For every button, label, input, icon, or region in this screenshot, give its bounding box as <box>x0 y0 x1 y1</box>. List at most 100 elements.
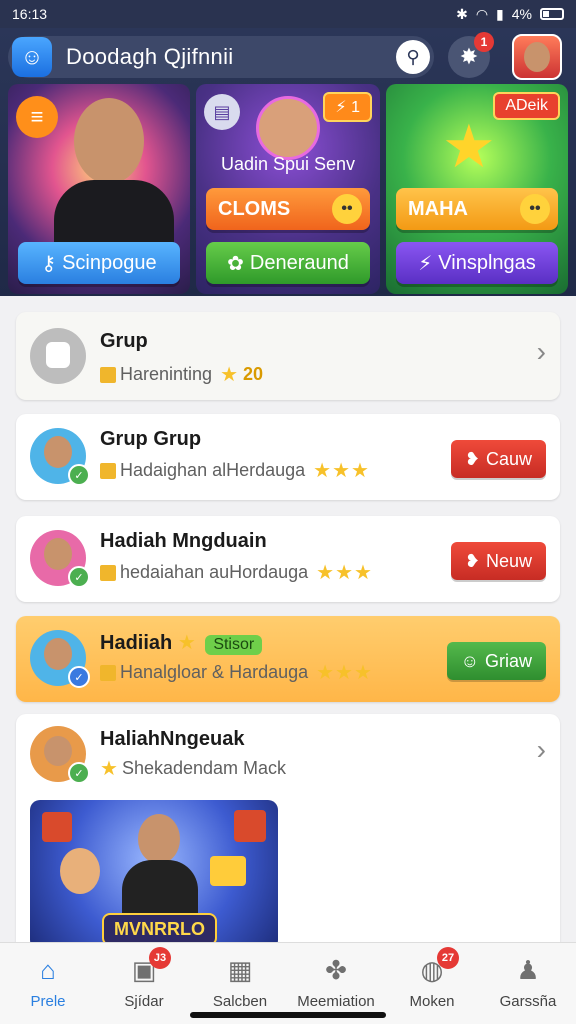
character-portrait <box>60 848 100 894</box>
item-sub-text: Hadaighan alHerdauga <box>120 460 306 480</box>
card-1-button-label: Scinpogue <box>62 251 157 274</box>
card-2-button-label: Deneraund <box>249 251 349 274</box>
avatar-face <box>44 736 72 766</box>
chevron-right-icon[interactable]: › <box>537 734 546 766</box>
featured-card-1[interactable]: ≡ ⚷ Scinpogue <box>8 84 190 294</box>
battery-percent: 4% <box>511 6 532 22</box>
nav-label: Salcben <box>212 993 268 1010</box>
gift-icon <box>234 810 266 842</box>
gift-icon <box>210 856 246 886</box>
menu-icon[interactable]: ≡ <box>16 96 58 138</box>
smiley-icon: •• <box>332 194 362 224</box>
nav-badge: J3 <box>149 947 171 969</box>
nav-label: Moken <box>409 993 455 1010</box>
card-2-name: Uadin Spui Senv <box>220 154 356 174</box>
key-icon: ⚷ <box>41 252 57 275</box>
grid-icon: ▦ <box>227 955 253 985</box>
list-item[interactable]: ✓ Grup Grup Hadaighan alHerdauga ★★★ ❥ C… <box>16 414 560 500</box>
item-subtitle: hedaiahan auHordauga ★★★ <box>100 560 373 585</box>
calendar-icon: ▣ J3 <box>127 947 171 987</box>
star-icon: ★ <box>220 364 239 386</box>
item-title: Grup <box>100 330 148 352</box>
status-time: 16:13 <box>12 6 48 22</box>
status-bar: 16:13 ✱ ◠ ▮ 4% <box>0 0 576 28</box>
nav-item-calendar[interactable]: ▣ J3 Sjídar <box>96 947 192 1010</box>
nav-item-globe[interactable]: ◍ 27 Moken <box>384 947 480 1010</box>
home-icon: ⌂ <box>40 955 56 985</box>
list-item-highlighted[interactable]: ✓ Hadiiah ★ Stisor Hanalgloar & Hardauga… <box>16 616 560 702</box>
griaw-button[interactable]: ☺ Griaw <box>446 642 546 680</box>
avatar <box>30 328 86 384</box>
item-title: Grup Grup <box>100 428 202 450</box>
list-item-with-promo[interactable]: ✓ HaliahNngeuak ★ Shekadendam Mack › MVN… <box>16 714 560 954</box>
avatar-face <box>44 436 72 468</box>
lock-icon <box>100 564 116 581</box>
featured-card-3[interactable]: ADeik ★ MAHA •• ⚡ Vinsplngas <box>386 84 568 294</box>
id-card-icon[interactable]: ▤ <box>204 94 240 130</box>
avatar: ✓ <box>30 630 90 688</box>
settings-button[interactable]: ✸ 1 <box>448 32 494 78</box>
verified-badge-icon: ✓ <box>68 566 90 588</box>
app-logo-icon[interactable]: ☺ <box>12 37 52 77</box>
promo-banner[interactable]: MVNRRLO <box>30 800 278 950</box>
avatar-face <box>44 538 72 570</box>
lock-icon <box>100 664 116 681</box>
item-title: HaliahNngeuak <box>100 728 245 750</box>
card-3-action[interactable]: MAHA •• <box>396 188 558 230</box>
gift-icon <box>42 812 72 842</box>
profile-avatar[interactable] <box>512 34 562 80</box>
nav-item-puzzle[interactable]: ✤ Meemiation <box>288 949 384 1010</box>
search-action-button[interactable]: ⚲ <box>396 40 430 74</box>
notification-badge: 1 <box>474 32 494 52</box>
nav-badge: 27 <box>437 947 459 969</box>
card-2-tag-label: 1 <box>351 99 360 116</box>
nav-item-home[interactable]: ⌂ Prele <box>0 949 96 1010</box>
star-icon: ★ <box>177 632 196 654</box>
item-sub-text: Shekadendam Mack <box>121 758 287 778</box>
card-3-button[interactable]: ⚡ Vinsplngas <box>396 242 558 284</box>
header: ☺ Doodagh Qjifnnii ⚲ ✸ 1 ≡ ⚷ Scinpogue ▤… <box>0 28 576 296</box>
avatar: ✓ <box>30 726 90 784</box>
star-icon: ★ <box>442 113 496 180</box>
cauw-button[interactable]: ❥ Cauw <box>450 440 546 478</box>
item-score: 20 <box>243 364 264 384</box>
lock-icon <box>100 366 116 383</box>
item-subtitle: Hareninting ★ 20 <box>100 362 263 387</box>
action-label: Griaw <box>484 650 532 671</box>
puzzle-icon: ✤ <box>325 955 347 985</box>
card-2-button[interactable]: ✿ Deneraund <box>206 242 370 284</box>
list-item[interactable]: Grup Hareninting ★ 20 › <box>16 312 560 400</box>
action-label: Cauw <box>485 448 532 469</box>
list-item[interactable]: ✓ Hadiah Mngduain hedaiahan auHordauga ★… <box>16 516 560 602</box>
search-bar[interactable]: ☺ Doodagh Qjifnnii ⚲ <box>8 36 434 78</box>
smiley-icon: •• <box>520 194 550 224</box>
nav-item-grid[interactable]: ▦ Salcben <box>192 949 288 1010</box>
avatar: ✓ <box>30 428 90 486</box>
card-1-button[interactable]: ⚷ Scinpogue <box>18 242 180 284</box>
neuw-button[interactable]: ❥ Neuw <box>450 542 546 580</box>
status-badge: Stisor <box>205 635 263 655</box>
item-subtitle: Hanalgloar & Hardauga ★★★ <box>100 660 373 685</box>
card-2-action[interactable]: CLOMS •• <box>206 188 370 230</box>
item-title-text: Hadiiah <box>100 632 173 654</box>
status-icons: ✱ ◠ ▮ 4% <box>456 6 564 23</box>
rating-stars: ★★★ <box>313 460 370 482</box>
card-2-action-label: CLOMS <box>218 197 291 220</box>
search-text[interactable]: Doodagh Qjifnnii <box>66 44 233 70</box>
rating-stars: ★★★ <box>316 562 373 584</box>
card-3-button-label: Vinsplngas <box>438 251 536 274</box>
avatar-face <box>44 638 72 670</box>
placeholder-avatar-icon <box>46 342 70 368</box>
bolt-icon: ⚡ <box>418 252 433 275</box>
star-icon: ★ <box>100 758 118 780</box>
nav-item-profile[interactable]: ♟ Garssña <box>480 949 576 1010</box>
battery-icon <box>540 8 564 20</box>
character-portrait <box>138 814 180 864</box>
nav-label: Garssña <box>499 993 557 1010</box>
card-2-tag: ⚡ 1 <box>323 92 372 122</box>
featured-card-2[interactable]: ▤ ⚡ 1 Uadin Spui Senv CLOMS •• ✿ Denerau… <box>196 84 380 294</box>
card-3-tag: ADeik <box>493 92 560 120</box>
user-icon: ☺ <box>460 650 479 671</box>
group-list: Grup Hareninting ★ 20 › ✓ Grup Grup Hada… <box>0 296 576 954</box>
chevron-right-icon[interactable]: › <box>537 336 546 368</box>
